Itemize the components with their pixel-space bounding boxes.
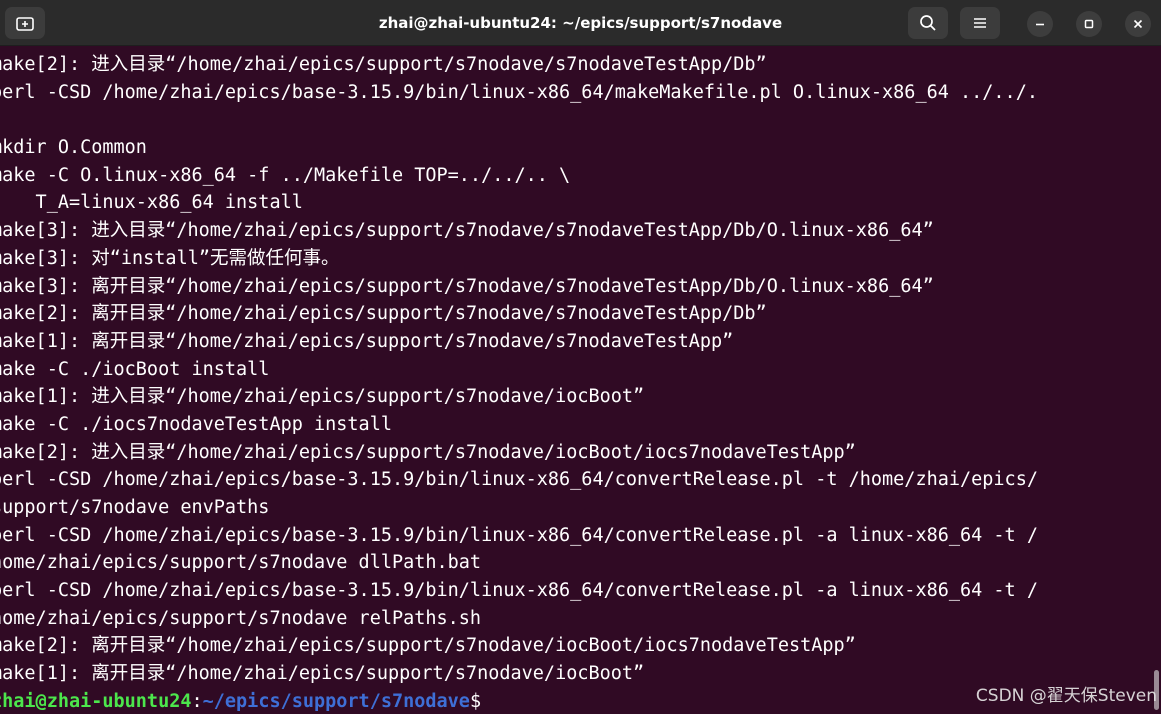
terminal-line: make[2]: 离开目录“/home/zhai/epics/support/s… xyxy=(0,635,856,657)
terminal-line: make[3]: 对“install”无需做任何事。 xyxy=(0,247,340,269)
terminal-line: make[3]: 进入目录“/home/zhai/epics/support/s… xyxy=(0,220,934,242)
terminal-window: zhai@zhai-ubuntu24: ~/epics/support/s7no… xyxy=(0,0,1161,714)
terminal-line: make[2]: 进入目录“/home/zhai/epics/support/s… xyxy=(0,54,767,75)
terminal-line: perl -CSD /home/zhai/epics/base-3.15.9/b… xyxy=(0,469,1038,491)
title-bar: zhai@zhai-ubuntu24: ~/epics/support/s7no… xyxy=(0,0,1161,46)
terminal-line: mkdir O.Common xyxy=(0,137,147,159)
prompt-symbol: $ xyxy=(469,690,482,712)
terminal-line: make[2]: 离开目录“/home/zhai/epics/support/s… xyxy=(0,303,767,325)
terminal-line: make[2]: 进入目录“/home/zhai/epics/support/s… xyxy=(0,441,856,463)
hamburger-menu-icon xyxy=(974,18,986,28)
terminal-line: make[3]: 离开目录“/home/zhai/epics/support/s… xyxy=(0,275,934,297)
terminal-line: home/zhai/epics/support/s7nodave dllPath… xyxy=(0,552,482,574)
terminal-line: support/s7nodave envPaths xyxy=(0,497,270,518)
terminal-line: perl -CSD /home/zhai/epics/base-3.15.9/b… xyxy=(0,580,1038,602)
terminal-line: make -C O.linux-x86_64 -f ../Makefile TO… xyxy=(0,164,571,186)
watermark: CSDN @翟天保Steven xyxy=(975,686,1157,706)
prompt-path: ~/epics/support/s7nodave xyxy=(202,690,470,712)
maximize-icon xyxy=(1084,19,1094,29)
terminal-line: . xyxy=(0,106,1161,134)
terminal-line: make -C ./iocBoot install xyxy=(0,358,270,380)
terminal-line: perl -CSD /home/zhai/epics/base-3.15.9/b… xyxy=(0,81,1038,103)
terminal-line: home/zhai/epics/support/s7nodave relPath… xyxy=(0,607,482,629)
maximize-button[interactable] xyxy=(1076,11,1102,37)
prompt-user-host: zhai@zhai-ubuntu24 xyxy=(0,690,192,712)
minimize-icon xyxy=(1036,23,1044,26)
terminal-output[interactable]: make[2]: 进入目录“/home/zhai/epics/support/s… xyxy=(0,51,1161,714)
terminal-line: perl -CSD /home/zhai/epics/base-3.15.9/b… xyxy=(0,524,1038,546)
terminal-line: make[1]: 离开目录“/home/zhai/epics/support/s… xyxy=(0,330,734,352)
close-button[interactable] xyxy=(1125,11,1151,37)
minimize-button[interactable] xyxy=(1027,11,1053,37)
terminal-line: make -C ./iocs7nodaveTestApp install xyxy=(0,413,392,435)
menu-button[interactable] xyxy=(960,7,1000,39)
terminal-line: make[1]: 进入目录“/home/zhai/epics/support/s… xyxy=(0,386,645,408)
terminal-line: T_A=linux-x86_64 install xyxy=(0,192,303,214)
prompt-separator: : xyxy=(191,690,203,712)
new-tab-icon xyxy=(16,17,34,31)
close-icon xyxy=(1133,19,1143,29)
new-tab-button[interactable] xyxy=(5,7,45,39)
search-button[interactable] xyxy=(908,7,948,39)
search-icon xyxy=(920,15,936,31)
